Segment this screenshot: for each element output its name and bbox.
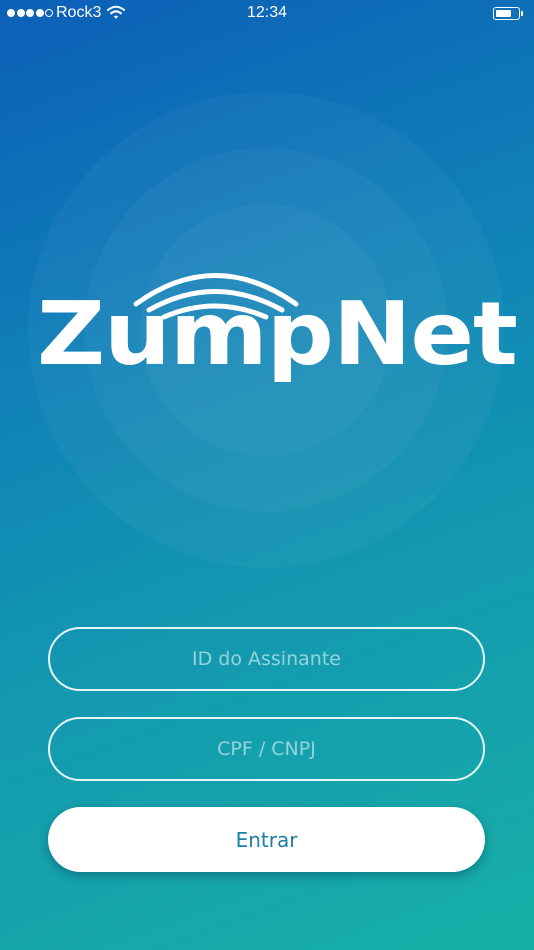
logo-wordmark: ZumpNet (36, 283, 518, 385)
subscriber-id-input[interactable] (50, 629, 483, 689)
battery-cap (521, 11, 523, 16)
status-bar: Rock3 12:34 (0, 0, 534, 28)
cpf-cnpj-input[interactable] (50, 719, 483, 779)
battery-icon (493, 7, 520, 20)
status-time: 12:34 (246, 4, 288, 21)
subscriber-id-field[interactable] (48, 627, 485, 691)
login-button[interactable]: Entrar (48, 807, 485, 872)
cpf-cnpj-field[interactable] (48, 717, 485, 781)
zumpnet-logo: ZumpNet (37, 262, 518, 392)
battery-level (496, 10, 511, 17)
